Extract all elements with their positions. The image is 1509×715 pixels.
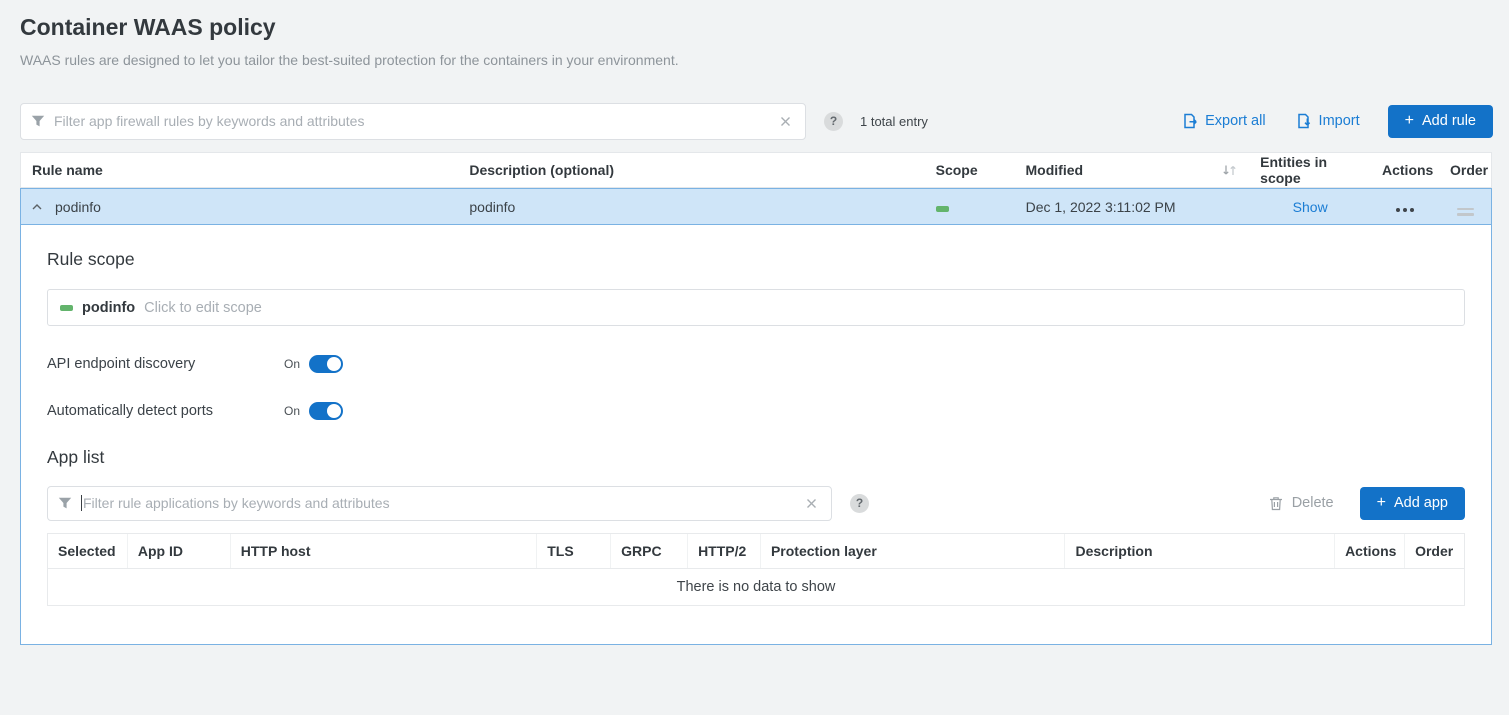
toggle-state: On	[284, 404, 300, 418]
plus-icon: +	[1377, 494, 1386, 512]
toggle-state: On	[284, 357, 300, 371]
add-app-button[interactable]: + Add app	[1360, 487, 1465, 520]
delete-button[interactable]: Delete	[1269, 495, 1334, 511]
empty-table-message: There is no data to show	[48, 569, 1464, 605]
api-endpoint-discovery-toggle[interactable]	[309, 355, 343, 373]
help-icon[interactable]: ?	[850, 494, 869, 513]
col-order: Order	[1405, 534, 1464, 568]
add-rule-button[interactable]: + Add rule	[1388, 105, 1493, 138]
export-all-button[interactable]: Export all	[1182, 113, 1265, 129]
drag-handle-icon[interactable]	[1457, 208, 1474, 216]
col-protection-layer: Protection layer	[761, 534, 1066, 568]
sort-icon[interactable]	[1221, 164, 1238, 177]
scope-placeholder: Click to edit scope	[144, 300, 262, 316]
description-cell: podinfo	[458, 199, 924, 215]
rule-details-panel: Rule scope podinfo Click to edit scope A…	[21, 224, 1491, 644]
col-entities-in-scope: Entities in scope	[1249, 154, 1371, 186]
col-tls: TLS	[537, 534, 611, 568]
col-description: Description (optional)	[458, 162, 924, 178]
col-modified[interactable]: Modified	[1015, 162, 1250, 178]
text-caret	[81, 495, 82, 511]
close-icon	[806, 498, 817, 509]
funnel-icon	[58, 497, 72, 510]
rule-scope-heading: Rule scope	[47, 249, 1465, 270]
funnel-icon	[31, 115, 45, 128]
api-endpoint-discovery-label: API endpoint discovery	[47, 356, 284, 372]
col-actions: Actions	[1371, 162, 1439, 178]
page-title: Container WAAS policy	[20, 14, 1493, 41]
col-http2: HTTP/2	[688, 534, 761, 568]
rules-filter-input[interactable]	[54, 113, 776, 129]
collection-icon	[60, 305, 73, 311]
col-http-host: HTTP host	[231, 534, 538, 568]
app-list-heading: App list	[47, 447, 1465, 468]
collection-icon	[936, 206, 949, 212]
app-list-toolbar: ? Delete + Add app	[47, 485, 1465, 521]
col-selected: Selected	[48, 534, 128, 568]
rules-toolbar: ? 1 total entry Export all Import + Add …	[20, 102, 1493, 140]
show-entities-button[interactable]: Show	[1293, 199, 1328, 215]
add-rule-label: Add rule	[1422, 113, 1476, 129]
rule-name-cell: podinfo	[55, 199, 101, 215]
rules-filter-box[interactable]	[20, 103, 806, 140]
col-description: Description	[1065, 534, 1335, 568]
export-all-label: Export all	[1205, 113, 1265, 129]
trash-icon	[1269, 496, 1283, 511]
add-app-label: Add app	[1394, 495, 1448, 511]
scope-value: podinfo	[82, 300, 135, 316]
plus-icon: +	[1405, 112, 1414, 130]
clear-filter-button[interactable]	[802, 494, 821, 513]
auto-detect-ports-label: Automatically detect ports	[47, 403, 284, 419]
rule-scope-field[interactable]: podinfo Click to edit scope	[47, 289, 1465, 326]
import-label: Import	[1319, 113, 1360, 129]
chevron-up-icon[interactable]	[32, 204, 42, 210]
import-button[interactable]: Import	[1296, 113, 1360, 129]
auto-detect-ports-row: Automatically detect ports On	[47, 402, 1465, 420]
modified-cell: Dec 1, 2022 3:11:02 PM	[1015, 199, 1250, 215]
help-icon[interactable]: ?	[824, 112, 843, 131]
app-filter-box[interactable]	[47, 486, 832, 521]
col-scope: Scope	[925, 162, 1015, 178]
apps-table-header: Selected App ID HTTP host TLS GRPC HTTP/…	[48, 534, 1464, 569]
clear-filter-button[interactable]	[776, 112, 795, 131]
apps-table: Selected App ID HTTP host TLS GRPC HTTP/…	[47, 533, 1465, 606]
total-entries: 1 total entry	[860, 114, 928, 129]
col-order: Order	[1439, 162, 1491, 178]
col-actions: Actions	[1335, 534, 1405, 568]
rules-table: Rule name Description (optional) Scope M…	[20, 152, 1492, 645]
col-rule-name: Rule name	[21, 162, 458, 178]
app-filter-input[interactable]	[83, 495, 802, 511]
close-icon	[780, 116, 791, 127]
rules-table-header: Rule name Description (optional) Scope M…	[20, 152, 1492, 188]
auto-detect-ports-toggle[interactable]	[309, 402, 343, 420]
delete-label: Delete	[1292, 495, 1334, 511]
col-grpc: GRPC	[611, 534, 688, 568]
more-actions-icon[interactable]	[1396, 208, 1414, 212]
col-app-id: App ID	[128, 534, 231, 568]
container-waas-policy-page: Container WAAS policy WAAS rules are des…	[0, 0, 1509, 645]
table-row[interactable]: podinfo podinfo Dec 1, 2022 3:11:02 PM S…	[21, 189, 1491, 224]
page-subtitle: WAAS rules are designed to let you tailo…	[20, 52, 1493, 68]
import-icon	[1296, 113, 1312, 129]
api-endpoint-discovery-row: API endpoint discovery On	[47, 355, 1465, 373]
expanded-rule: podinfo podinfo Dec 1, 2022 3:11:02 PM S…	[20, 188, 1492, 645]
export-icon	[1182, 113, 1198, 129]
